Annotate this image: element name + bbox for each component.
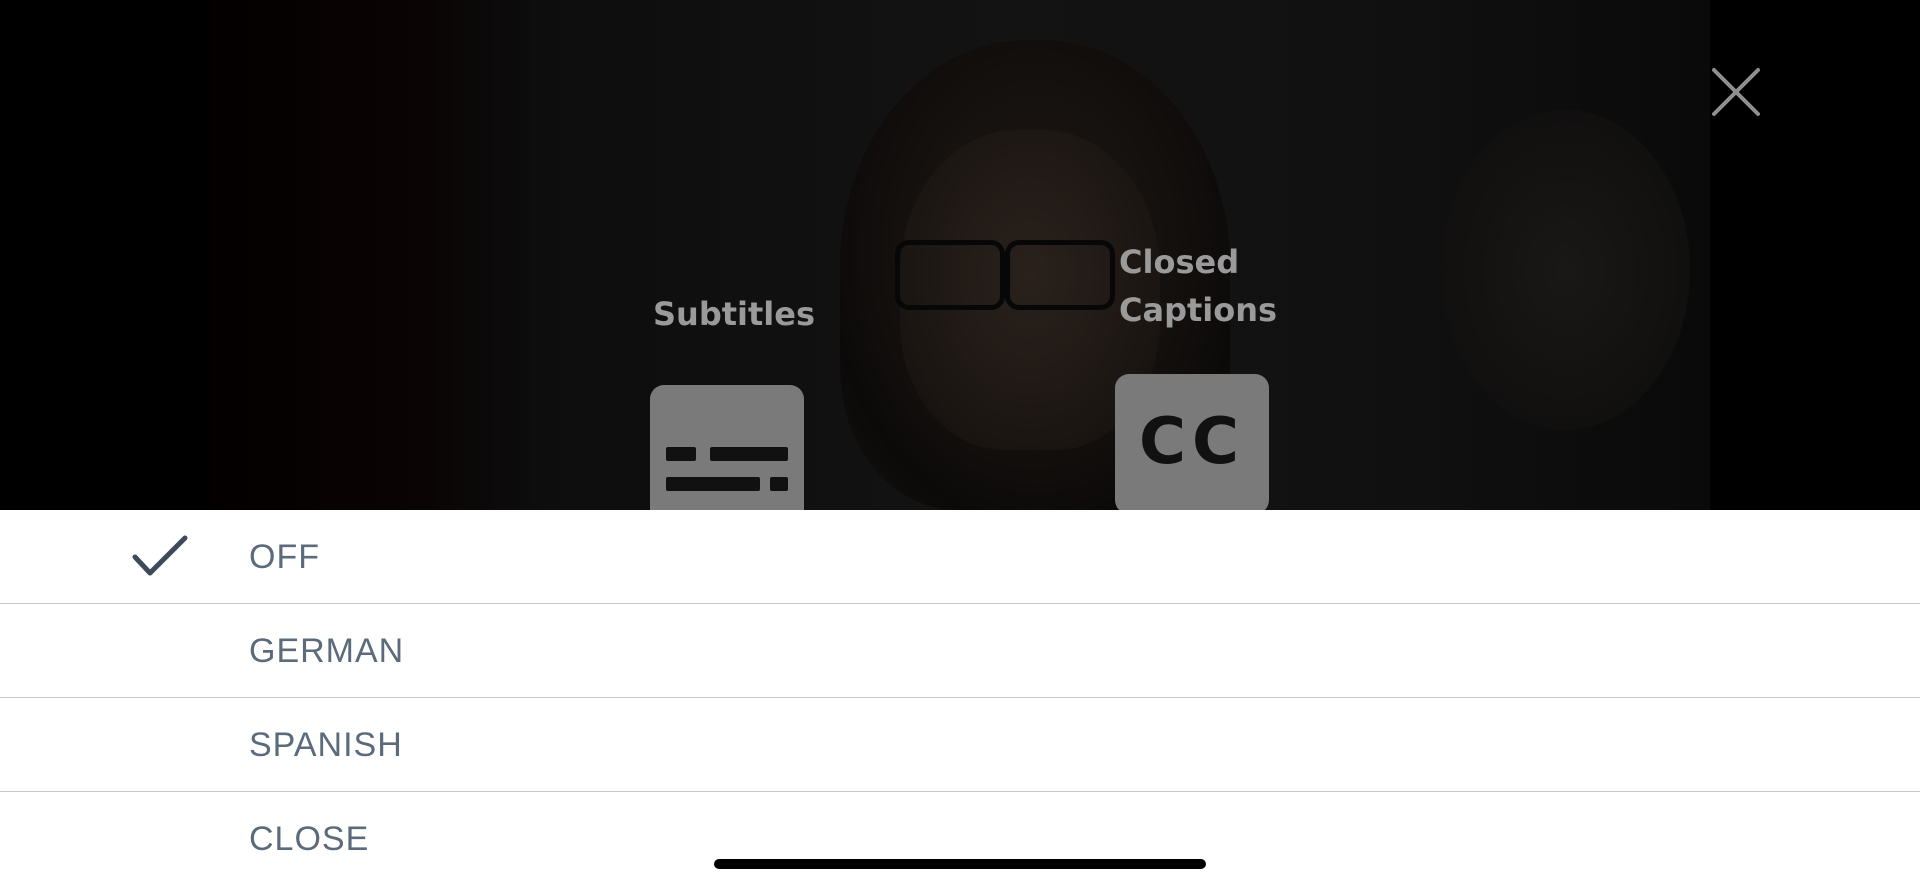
menu-item-label: SPANISH [249,726,403,764]
menu-item-label: CLOSE [249,820,370,858]
background-blur-shape [1440,110,1690,430]
subtitles-icon-bar [770,477,788,491]
menu-item-off[interactable]: OFF [0,510,1920,604]
home-indicator[interactable] [714,859,1206,869]
glasses-right-lens [1005,240,1115,310]
menu-item-label: GERMAN [249,632,405,670]
menu-item-spanish[interactable]: SPANISH [0,698,1920,792]
video-edge-shade [210,0,530,510]
glasses-left-lens [895,240,1005,310]
menu-item-close[interactable]: CLOSE [0,792,1920,892]
subtitles-icon-bar [710,447,788,461]
subtitles-button[interactable] [650,385,804,525]
closed-captions-icon: CC [1139,405,1245,479]
subtitles-label: Subtitles [653,295,816,333]
checkmark-icon [132,535,188,579]
subtitles-icon-bar [666,477,760,491]
closed-captions-label: Closed Captions [1119,243,1278,329]
video-background [0,0,1920,510]
menu-item-german[interactable]: GERMAN [0,604,1920,698]
close-x-icon[interactable] [1708,64,1764,120]
menu-item-label: OFF [249,538,320,576]
language-menu-sheet: OFF GERMAN SPANISH CLOSE [0,510,1920,892]
video-player-screen: Subtitles Closed Captions CC OFF GERMAN … [0,0,1920,892]
closed-captions-button[interactable]: CC [1115,374,1269,514]
subtitles-icon-bar [666,447,696,461]
